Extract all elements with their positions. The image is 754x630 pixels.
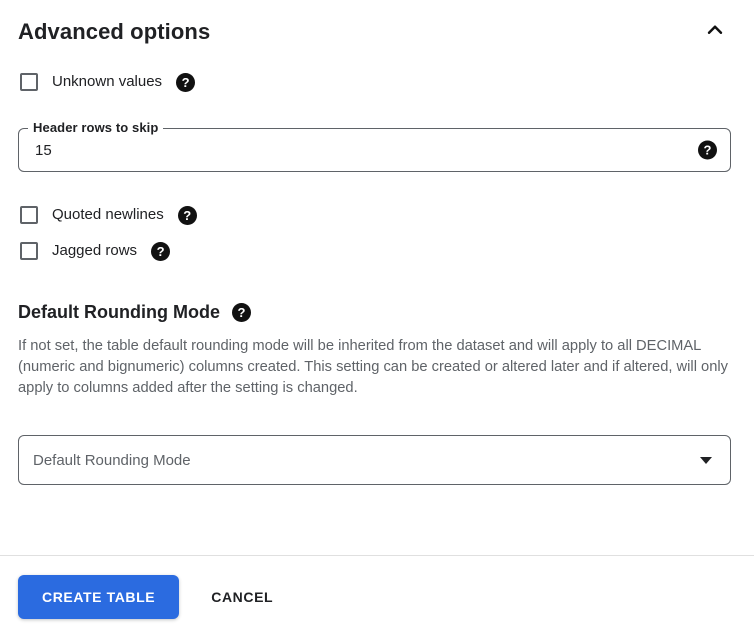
footer-divider: [0, 555, 754, 556]
create-table-button[interactable]: CREATE TABLE: [18, 575, 180, 619]
header-rows-to-skip-field: Header rows to skip ?: [18, 119, 731, 172]
page-title: Advanced options: [18, 19, 211, 44]
arrow-drop-down-icon: [700, 456, 712, 464]
unknown-values-row: Unknown values ?: [18, 72, 731, 92]
jagged-rows-label: Jagged rows: [52, 242, 138, 259]
advanced-options-panel: Advanced options Unknown values ? Header…: [0, 17, 754, 485]
quoted-newlines-label: Quoted newlines: [52, 206, 164, 223]
help-icon[interactable]: ?: [176, 72, 196, 92]
quoted-newlines-checkbox[interactable]: [20, 206, 38, 224]
jagged-rows-checkbox[interactable]: [20, 242, 38, 260]
select-placeholder: Default Rounding Mode: [33, 451, 191, 469]
help-icon[interactable]: ?: [231, 302, 251, 322]
panel-header: Advanced options: [18, 17, 731, 46]
unknown-values-label: Unknown values: [52, 73, 163, 90]
header-rows-to-skip-label: Header rows to skip: [28, 119, 164, 136]
chevron-up-icon: [702, 17, 728, 46]
collapse-section-button[interactable]: [701, 18, 729, 46]
quoted-newlines-row: Quoted newlines ?: [18, 205, 731, 225]
help-icon[interactable]: ?: [177, 205, 197, 225]
footer-actions: CREATE TABLE CANCEL: [18, 575, 273, 619]
default-rounding-mode-select[interactable]: Default Rounding Mode: [18, 435, 731, 485]
default-rounding-mode-description: If not set, the table default rounding m…: [18, 338, 728, 396]
unknown-values-checkbox[interactable]: [20, 73, 38, 91]
jagged-rows-row: Jagged rows ?: [18, 241, 731, 261]
section-title: Default Rounding Mode: [18, 302, 220, 322]
default-rounding-mode-heading: Default Rounding Mode ?: [18, 300, 731, 324]
help-icon[interactable]: ?: [151, 241, 171, 261]
help-icon[interactable]: ?: [698, 140, 717, 160]
cancel-button[interactable]: CANCEL: [211, 579, 273, 615]
